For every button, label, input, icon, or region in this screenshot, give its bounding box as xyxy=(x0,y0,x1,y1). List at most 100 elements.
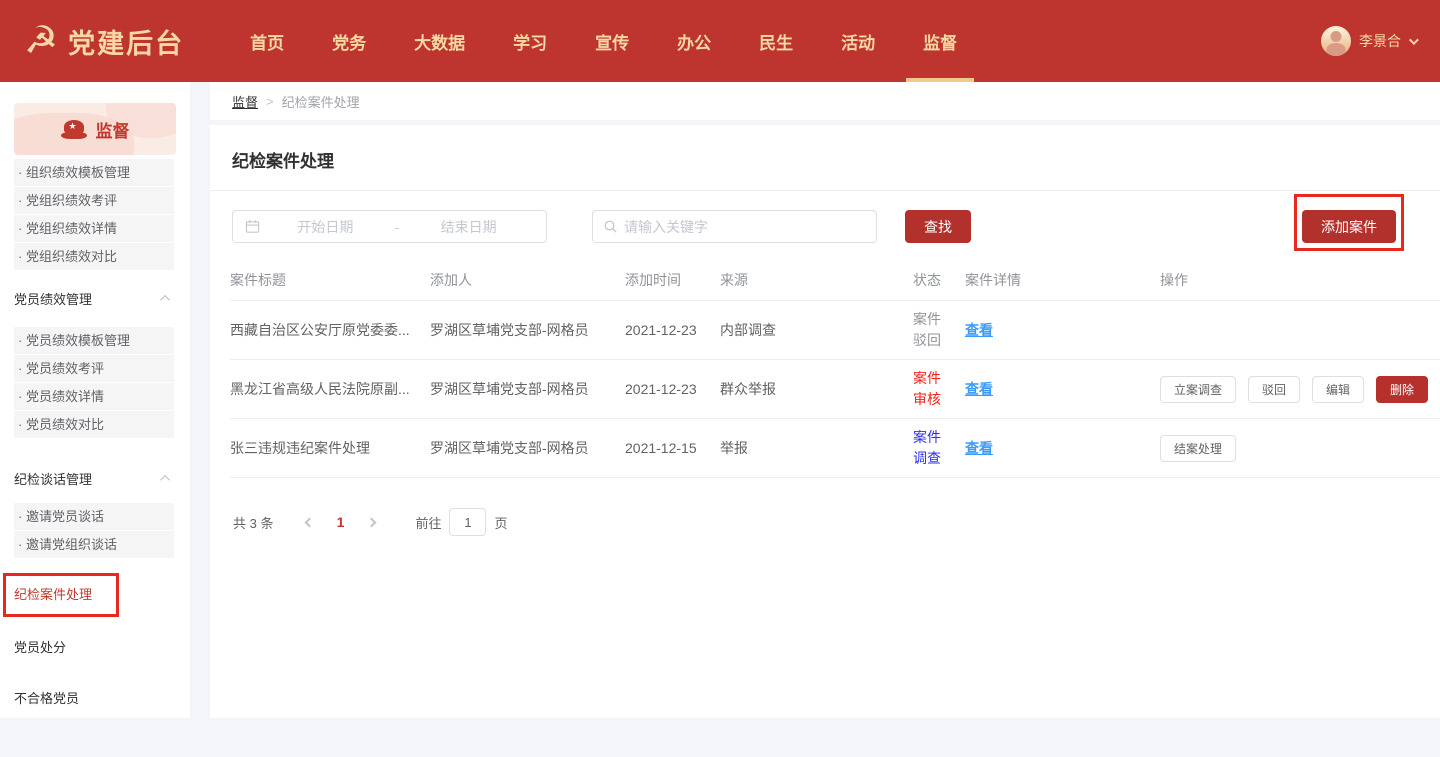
col-operation: 操作 xyxy=(1160,270,1440,290)
app-title: 党建后台 xyxy=(68,22,184,61)
app-logo: ☭ 党建后台 xyxy=(24,22,184,61)
sidebar-item-invite-member-talk[interactable]: 邀请党员谈话 xyxy=(14,503,174,531)
sidebar-banner: ★ 监督 xyxy=(14,103,176,155)
cell-adder: 罗湖区草埔党支部-网格员 xyxy=(430,320,625,340)
row-actions: 结案处理 xyxy=(1160,435,1440,462)
sidebar-item-invite-org-talk[interactable]: 邀请党组织谈话 xyxy=(14,531,174,559)
top-header: ☭ 党建后台 首页 党务 大数据 学习 宣传 办公 民生 活动 监督 李景合 xyxy=(0,0,1440,82)
cell-add-time: 2021-12-23 xyxy=(625,322,720,338)
nav-item-livelihood[interactable]: 民生 xyxy=(735,0,817,82)
sidebar-banner-title: 监督 xyxy=(96,117,130,142)
search-icon xyxy=(603,219,618,234)
next-page-button[interactable] xyxy=(357,508,385,536)
goto-page-input[interactable] xyxy=(449,508,486,536)
main-area: 监督 > 纪检案件处理 纪检案件处理 开始日期 - 结束日期 xyxy=(210,82,1440,718)
chevron-left-icon xyxy=(305,517,315,527)
view-detail-link[interactable]: 查看 xyxy=(965,381,993,397)
nav-item-supervision[interactable]: 监督 xyxy=(899,0,981,82)
top-navigation: 首页 党务 大数据 学习 宣传 办公 民生 活动 监督 xyxy=(226,0,981,82)
delete-button[interactable]: 删除 xyxy=(1376,376,1428,403)
sidebar-item-unqualified-member[interactable]: 不合格党员 xyxy=(0,684,190,714)
status-badge: 案件驳回 xyxy=(913,309,947,351)
page-title: 纪检案件处理 xyxy=(210,125,1440,172)
filter-toolbar: 开始日期 - 结束日期 查找 添加案件 xyxy=(210,210,1440,243)
goto-page-control: 前往 页 xyxy=(415,508,507,536)
nav-item-big-data[interactable]: 大数据 xyxy=(390,0,489,82)
table-header-row: 案件标题 添加人 添加时间 来源 状态 案件详情 操作 xyxy=(230,259,1440,301)
file-case-investigate-button[interactable]: 立案调查 xyxy=(1160,376,1236,403)
user-avatar xyxy=(1321,26,1351,56)
breadcrumb: 监督 > 纪检案件处理 xyxy=(210,82,1440,120)
nav-item-activity[interactable]: 活动 xyxy=(817,0,899,82)
table-row: 张三违规违纪案件处理 罗湖区草埔党支部-网格员 2021-12-15 举报 案件… xyxy=(230,419,1440,478)
nav-item-home[interactable]: 首页 xyxy=(226,0,308,82)
goto-label: 前往 xyxy=(415,513,441,532)
app-window: ☭ 党建后台 首页 党务 大数据 学习 宣传 办公 民生 活动 监督 李景合 ★ xyxy=(0,0,1440,757)
status-badge: 案件审核 xyxy=(913,368,947,410)
nav-item-party-affairs[interactable]: 党务 xyxy=(308,0,390,82)
edit-button[interactable]: 编辑 xyxy=(1312,376,1364,403)
sidebar: ★ 监督 组织绩效模板管理 党组织绩效考评 党组织绩效详情 党组织绩效对比 党员… xyxy=(0,82,190,718)
user-menu[interactable]: 李景合 xyxy=(1321,26,1416,56)
cell-add-time: 2021-12-15 xyxy=(625,440,720,456)
date-start-placeholder[interactable]: 开始日期 xyxy=(260,217,391,237)
sidebar-item-member-perf-template[interactable]: 党员绩效模板管理 xyxy=(14,327,174,355)
table-row: 西藏自治区公安厅原党委委... 罗湖区草埔党支部-网格员 2021-12-23 … xyxy=(230,301,1440,360)
sidebar-item-org-perf-review[interactable]: 党组织绩效考评 xyxy=(14,187,174,215)
sidebar-item-discipline-case[interactable]: 纪检案件处理 xyxy=(0,573,190,617)
divider xyxy=(210,190,1440,191)
keyword-search-field xyxy=(592,210,877,243)
search-button[interactable]: 查找 xyxy=(905,210,971,243)
reject-button[interactable]: 驳回 xyxy=(1248,376,1300,403)
status-badge: 案件调查 xyxy=(913,427,947,469)
sidebar-item-member-perf-detail[interactable]: 党员绩效详情 xyxy=(14,383,174,411)
pagination: 共 3 条 1 前往 页 xyxy=(233,508,1440,536)
add-case-button[interactable]: 添加案件 xyxy=(1302,210,1396,243)
chevron-down-icon xyxy=(1409,35,1419,45)
pagination-total: 共 3 条 xyxy=(233,513,273,532)
nav-item-publicity[interactable]: 宣传 xyxy=(571,0,653,82)
cell-case-title: 黑龙江省高级人民法院原副... xyxy=(230,379,430,399)
chevron-up-icon xyxy=(160,294,170,304)
breadcrumb-separator: > xyxy=(266,94,274,109)
current-page[interactable]: 1 xyxy=(323,514,357,530)
sidebar-item-member-perf-compare[interactable]: 党员绩效对比 xyxy=(14,411,174,439)
date-end-placeholder[interactable]: 结束日期 xyxy=(403,217,534,237)
view-detail-link[interactable]: 查看 xyxy=(965,440,993,456)
user-name: 李景合 xyxy=(1359,31,1401,51)
view-detail-link[interactable]: 查看 xyxy=(965,322,993,338)
sidebar-section-discipline-talk[interactable]: 纪检谈话管理 xyxy=(0,463,190,493)
chevron-up-icon xyxy=(160,474,170,484)
col-case-detail: 案件详情 xyxy=(965,270,1160,290)
cell-adder: 罗湖区草埔党支部-网格员 xyxy=(430,438,625,458)
breadcrumb-current: 纪检案件处理 xyxy=(282,92,360,111)
close-case-button[interactable]: 结案处理 xyxy=(1160,435,1236,462)
active-nav-underline xyxy=(906,78,974,82)
content-card: 纪检案件处理 开始日期 - 结束日期 查找 添加案件 xyxy=(210,125,1440,718)
sidebar-item-member-punishment[interactable]: 党员处分 xyxy=(0,633,190,663)
sidebar-group-member-performance: 党员绩效模板管理 党员绩效考评 党员绩效详情 党员绩效对比 xyxy=(14,327,174,439)
sidebar-item-member-perf-review[interactable]: 党员绩效考评 xyxy=(14,355,174,383)
sidebar-item-org-perf-template[interactable]: 组织绩效模板管理 xyxy=(14,159,174,187)
cell-add-time: 2021-12-23 xyxy=(625,381,720,397)
date-range-picker[interactable]: 开始日期 - 结束日期 xyxy=(232,210,547,243)
row-actions: 立案调查 驳回 编辑 删除 xyxy=(1160,376,1440,403)
cell-case-title: 张三违规违纪案件处理 xyxy=(230,438,430,458)
cell-source: 内部调查 xyxy=(720,320,913,340)
sidebar-section-member-performance[interactable]: 党员绩效管理 xyxy=(0,283,190,313)
cell-source: 举报 xyxy=(720,438,913,458)
table-row: 黑龙江省高级人民法院原副... 罗湖区草埔党支部-网格员 2021-12-23 … xyxy=(230,360,1440,419)
nav-item-office[interactable]: 办公 xyxy=(653,0,735,82)
chevron-right-icon xyxy=(367,517,377,527)
sidebar-item-org-perf-detail[interactable]: 党组织绩效详情 xyxy=(14,215,174,243)
supervision-cap-icon: ★ xyxy=(61,120,87,139)
sidebar-item-org-perf-compare[interactable]: 党组织绩效对比 xyxy=(14,243,174,271)
cell-source: 群众举报 xyxy=(720,379,913,399)
keyword-search-input[interactable] xyxy=(624,219,866,235)
cell-adder: 罗湖区草埔党支部-网格员 xyxy=(430,379,625,399)
party-emblem-icon: ☭ xyxy=(24,22,58,60)
breadcrumb-parent[interactable]: 监督 xyxy=(232,92,258,111)
prev-page-button[interactable] xyxy=(295,508,323,536)
nav-item-study[interactable]: 学习 xyxy=(489,0,571,82)
date-separator: - xyxy=(391,219,404,235)
